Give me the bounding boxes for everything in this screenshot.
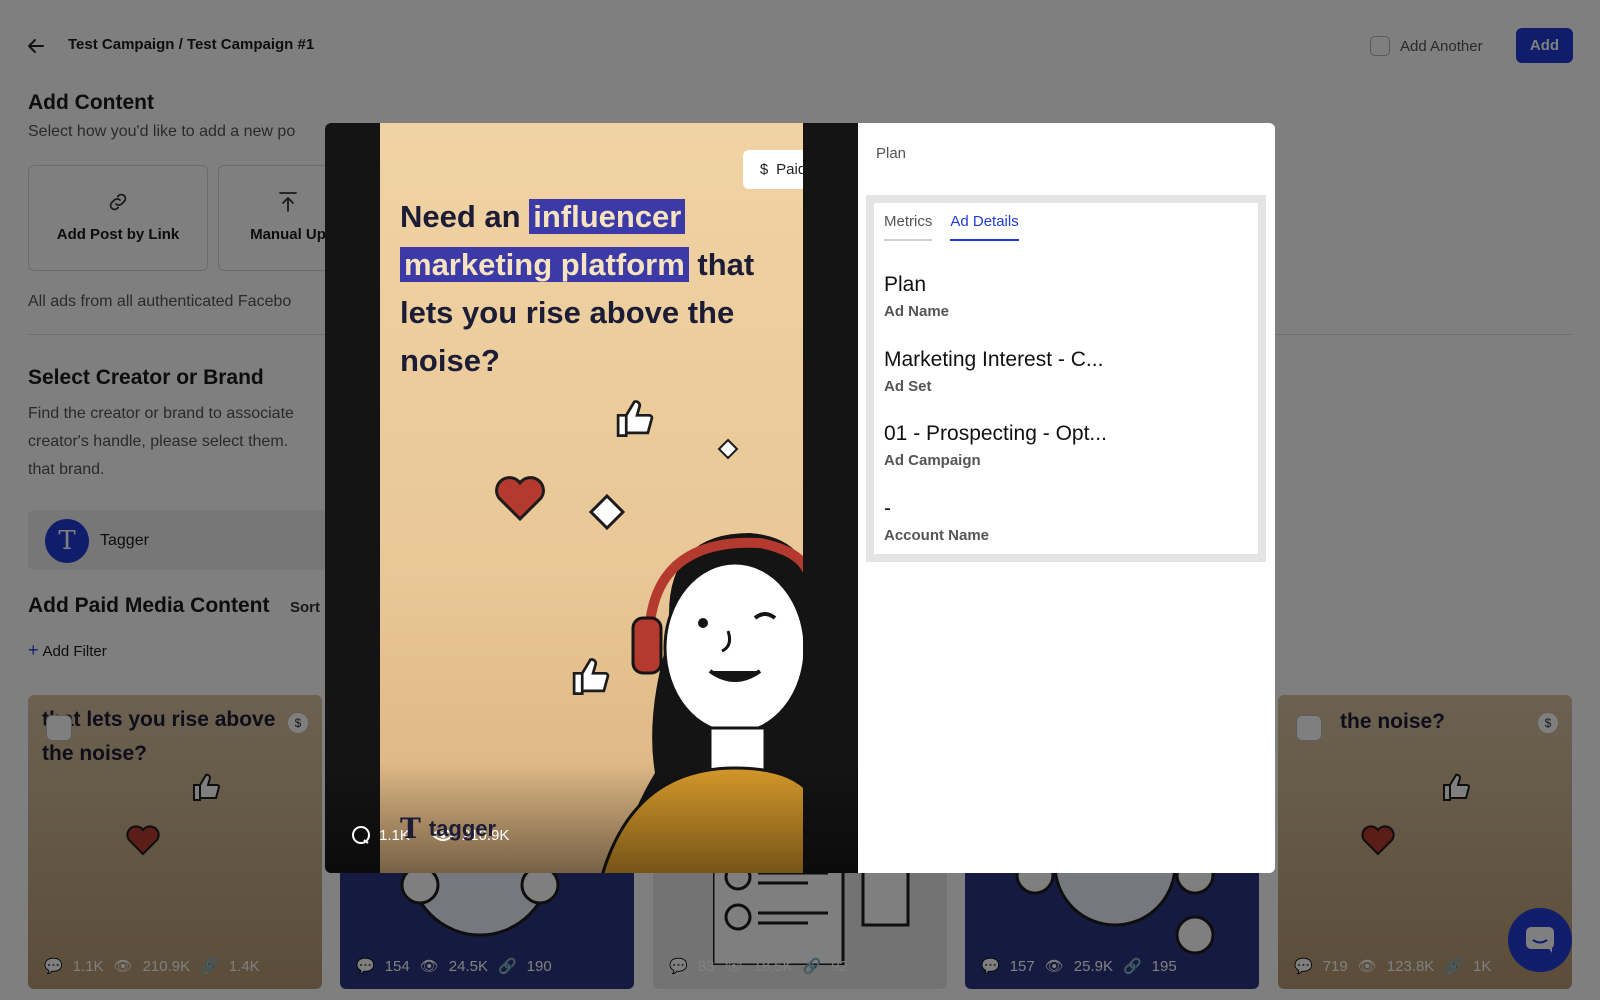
media-preview: Need an influencer marketing platform th… <box>325 123 858 873</box>
ad-name-field: Plan Ad Name <box>884 273 949 320</box>
ad-set-field: Marketing Interest - C... Ad Set <box>884 348 1103 395</box>
details-tabs: Metrics Ad Details <box>884 213 1019 241</box>
tagger-logo: T tagger <box>400 812 496 845</box>
ad-set-label: Ad Set <box>884 378 932 395</box>
thumbs-up-icon <box>616 400 654 437</box>
ad-set-value: Marketing Interest - C... <box>884 348 1104 371</box>
ad-preview-modal: Need an influencer marketing platform th… <box>325 123 1275 873</box>
ad-name-label: Ad Name <box>884 303 950 320</box>
ad-campaign-value: 01 - Prospecting - Opt... <box>884 422 1107 445</box>
ad-name-value: Plan <box>884 273 927 296</box>
heart-icon <box>495 476 545 522</box>
dollar-icon: $ <box>759 161 769 178</box>
ad-details-pane: Plan Metrics Ad Details Plan Ad Name Mar… <box>858 123 1275 873</box>
headline-highlight-1: influencer <box>529 199 686 234</box>
tab-metrics[interactable]: Metrics <box>884 213 933 241</box>
diamond-icon <box>717 438 739 460</box>
ad-campaign-field: 01 - Prospecting - Opt... Ad Campaign <box>884 422 1107 469</box>
account-name-field: - Account Name <box>884 497 989 544</box>
paid-label: Paid <box>776 161 803 178</box>
tagger-logo-icon: T <box>400 812 421 845</box>
plan-header: Plan <box>876 145 907 162</box>
account-name-label: Account Name <box>884 527 990 544</box>
paid-badge: $ Paid <box>743 150 803 189</box>
account-name-value: - <box>884 497 891 520</box>
tagger-wordmark: tagger <box>428 815 497 841</box>
tab-ad-details[interactable]: Ad Details <box>950 213 1019 241</box>
headline-text-1: Need an <box>400 199 530 234</box>
comments-icon <box>352 826 370 844</box>
ad-campaign-label: Ad Campaign <box>884 452 981 469</box>
headline-highlight-2: marketing platform <box>400 247 689 282</box>
details-card: Metrics Ad Details Plan Ad Name Marketin… <box>866 195 1266 562</box>
ad-creative: Need an influencer marketing platform th… <box>380 123 803 873</box>
ad-headline: Need an influencer marketing platform th… <box>400 193 790 385</box>
